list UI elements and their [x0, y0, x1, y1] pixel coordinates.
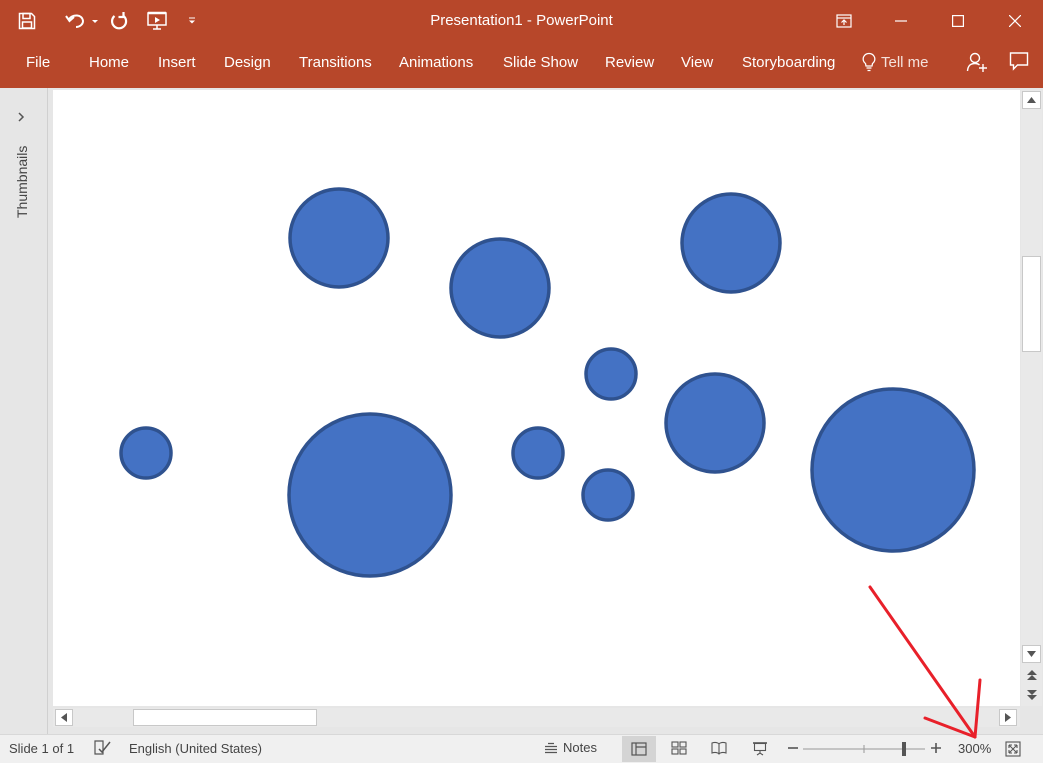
normal-view-icon	[631, 742, 647, 756]
tab-review[interactable]: Review	[605, 54, 654, 71]
zoom-in-button[interactable]	[930, 741, 942, 758]
start-from-beginning-button[interactable]	[140, 0, 176, 42]
normal-view-button[interactable]	[622, 736, 656, 762]
undo-icon	[65, 14, 98, 28]
save-icon	[18, 12, 36, 30]
scroll-right-button[interactable]	[999, 709, 1017, 726]
zoom-level[interactable]: 300%	[958, 741, 991, 756]
circle-shape[interactable]	[449, 237, 551, 339]
circle-shape[interactable]	[288, 187, 390, 289]
close-icon	[1008, 15, 1021, 27]
window-title: Presentation1 - PowerPoint	[430, 12, 613, 29]
minimize-icon	[894, 20, 907, 22]
triangle-left-icon	[61, 713, 67, 722]
spell-check-icon	[94, 740, 111, 755]
tab-insert[interactable]: Insert	[158, 54, 196, 71]
circle-shape[interactable]	[810, 387, 976, 553]
spell-check-button[interactable]	[93, 739, 113, 760]
horizontal-scrollbar[interactable]	[53, 708, 1020, 727]
tab-design[interactable]: Design	[224, 54, 271, 71]
tab-view[interactable]: View	[681, 54, 713, 71]
scroll-down-button[interactable]	[1022, 645, 1041, 663]
customize-qat-button[interactable]	[180, 0, 204, 42]
title-bar: Presentation1 - PowerPoint	[0, 0, 1043, 42]
ribbon-tabs: File Home Insert Design Transitions Anim…	[0, 42, 1043, 88]
previous-slide-button[interactable]	[1022, 666, 1041, 684]
close-button[interactable]	[986, 0, 1043, 42]
circle-shape[interactable]	[581, 468, 635, 522]
ribbon-display-options-button[interactable]	[815, 0, 872, 42]
thumbnails-pane: Thumbnails	[0, 88, 48, 734]
notes-label: Notes	[563, 740, 597, 755]
customize-qat-icon	[189, 17, 195, 24]
slide-show-icon	[753, 742, 767, 756]
scroll-left-button[interactable]	[55, 709, 73, 726]
workspace: Thumbnails	[0, 88, 1043, 734]
tab-transitions[interactable]: Transitions	[299, 54, 372, 71]
tell-me-label: Tell me	[881, 53, 929, 71]
circle-shape[interactable]	[584, 347, 638, 401]
share-person-icon	[966, 52, 987, 72]
lightbulb-icon	[862, 52, 876, 72]
chevron-right-icon	[18, 112, 25, 122]
tab-home[interactable]: Home	[89, 54, 129, 71]
redo-button[interactable]	[104, 0, 134, 42]
double-down-icon	[1026, 690, 1037, 700]
comments-button[interactable]	[1009, 51, 1029, 76]
notes-icon	[545, 742, 557, 753]
status-bar: Slide 1 of 1 English (United States) Not…	[0, 734, 1043, 763]
triangle-right-icon	[1005, 713, 1011, 722]
zoom-slider-track	[803, 742, 925, 756]
slide-sorter-icon	[671, 741, 687, 755]
reading-view-icon	[711, 741, 727, 755]
slide-indicator[interactable]: Slide 1 of 1	[9, 741, 74, 756]
notes-button[interactable]: Notes	[544, 740, 597, 755]
triangle-up-icon	[1027, 97, 1036, 103]
tab-storyboarding[interactable]: Storyboarding	[742, 54, 835, 71]
maximize-button[interactable]	[929, 0, 986, 42]
minus-icon	[788, 747, 798, 749]
maximize-icon	[951, 15, 964, 27]
plus-icon	[931, 743, 941, 753]
slide-shapes	[119, 187, 976, 578]
reading-view-button[interactable]	[711, 741, 727, 758]
slide-canvas[interactable]	[53, 90, 1020, 706]
quick-access-toolbar	[0, 0, 204, 42]
next-slide-button[interactable]	[1022, 686, 1041, 704]
expand-thumbnails-button[interactable]	[16, 110, 26, 128]
circle-shape[interactable]	[680, 192, 782, 294]
share-button[interactable]	[966, 51, 988, 78]
tab-slide-show[interactable]: Slide Show	[503, 54, 578, 71]
scroll-up-button[interactable]	[1022, 91, 1041, 109]
triangle-down-icon	[1027, 651, 1036, 657]
fit-to-window-icon	[1005, 741, 1021, 757]
zoom-slider[interactable]	[801, 739, 927, 759]
circle-shape[interactable]	[119, 426, 173, 480]
language-indicator[interactable]: English (United States)	[129, 741, 262, 756]
slide-show-view-button[interactable]	[752, 741, 768, 759]
tell-me-box[interactable]: Tell me	[862, 52, 929, 72]
save-button[interactable]	[18, 0, 54, 42]
undo-button[interactable]	[62, 0, 102, 42]
double-up-icon	[1026, 670, 1037, 680]
thumbnails-label[interactable]: Thumbnails	[14, 146, 30, 218]
tab-animations[interactable]: Animations	[399, 54, 473, 71]
redo-icon	[110, 12, 128, 30]
start-from-beginning-icon	[147, 11, 167, 30]
slide-sorter-button[interactable]	[671, 741, 687, 758]
vertical-scroll-thumb[interactable]	[1022, 256, 1041, 352]
circle-shape[interactable]	[287, 412, 453, 578]
horizontal-scroll-thumb[interactable]	[133, 709, 317, 726]
circle-shape[interactable]	[664, 372, 766, 474]
window-controls	[815, 0, 1043, 42]
tab-file[interactable]: File	[26, 54, 50, 71]
vertical-scrollbar[interactable]	[1021, 90, 1042, 706]
minimize-button[interactable]	[872, 0, 929, 42]
zoom-out-button[interactable]	[787, 741, 799, 758]
ribbon-display-options-icon	[835, 14, 852, 28]
comment-icon	[1009, 52, 1029, 71]
circle-shape[interactable]	[511, 426, 565, 480]
fit-slide-button[interactable]	[1005, 741, 1021, 760]
